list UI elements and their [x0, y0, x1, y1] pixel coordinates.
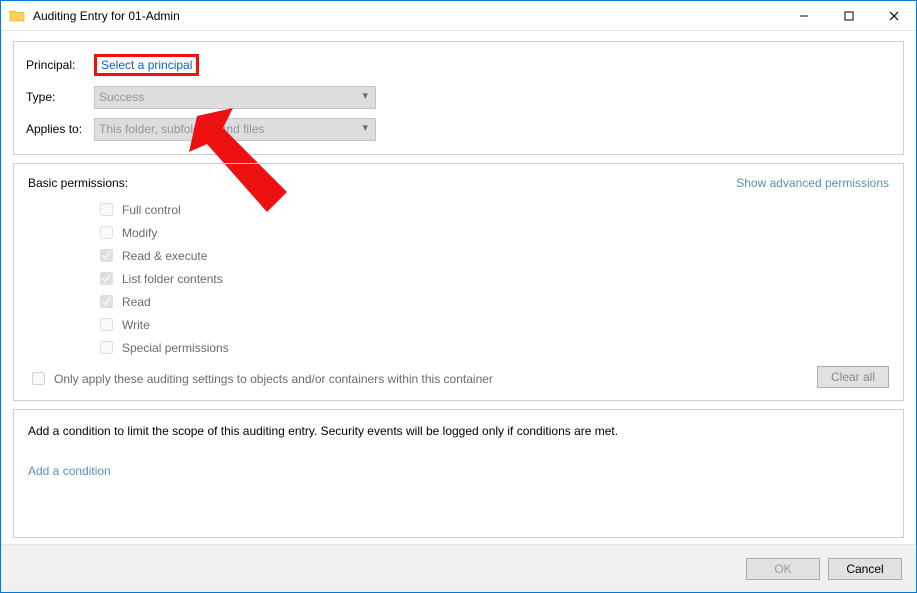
permission-label: Read & execute — [122, 249, 207, 263]
permission-checkbox[interactable] — [100, 249, 113, 262]
select-principal-link[interactable]: Select a principal — [101, 58, 192, 72]
only-apply-row[interactable]: Only apply these auditing settings to ob… — [28, 369, 889, 388]
dialog-footer: OK Cancel — [1, 544, 916, 592]
only-apply-checkbox[interactable] — [32, 372, 45, 385]
permissions-panel: Basic permissions: Show advanced permiss… — [13, 163, 904, 401]
permission-label: List folder contents — [122, 272, 223, 286]
permission-checkbox[interactable] — [100, 203, 113, 216]
cancel-button[interactable]: Cancel — [828, 558, 902, 580]
principal-label: Principal: — [26, 58, 94, 72]
permission-item[interactable]: Read — [96, 292, 889, 311]
permission-label: Special permissions — [122, 341, 229, 355]
clear-all-button[interactable]: Clear all — [817, 366, 889, 388]
type-select[interactable]: Success — [94, 86, 376, 109]
permission-item[interactable]: List folder contents — [96, 269, 889, 288]
only-apply-label: Only apply these auditing settings to ob… — [54, 372, 493, 386]
close-button[interactable] — [871, 1, 916, 31]
ok-button[interactable]: OK — [746, 558, 820, 580]
permission-label: Read — [122, 295, 151, 309]
permission-checkbox[interactable] — [100, 272, 113, 285]
permission-item[interactable]: Full control — [96, 200, 889, 219]
permission-label: Full control — [122, 203, 181, 217]
folder-icon — [9, 8, 25, 24]
content-area: Principal: Select a principal Type: Succ… — [1, 31, 916, 544]
permission-item[interactable]: Special permissions — [96, 338, 889, 357]
minimize-button[interactable] — [781, 1, 826, 31]
permission-checkbox[interactable] — [100, 318, 113, 331]
add-condition-link[interactable]: Add a condition — [28, 464, 889, 478]
titlebar: Auditing Entry for 01-Admin — [1, 1, 916, 31]
applies-label: Applies to: — [26, 122, 94, 136]
permission-checkbox[interactable] — [100, 295, 113, 308]
window: Auditing Entry for 01-Admin Principal: S… — [0, 0, 917, 593]
applies-select[interactable]: This folder, subfolders and files — [94, 118, 376, 141]
window-title: Auditing Entry for 01-Admin — [33, 9, 180, 23]
principal-panel: Principal: Select a principal Type: Succ… — [13, 41, 904, 155]
condition-description: Add a condition to limit the scope of th… — [28, 424, 889, 438]
condition-panel: Add a condition to limit the scope of th… — [13, 409, 904, 538]
permission-item[interactable]: Write — [96, 315, 889, 334]
permissions-list: Full control Modify Read & execute List fol… — [96, 200, 889, 357]
permission-checkbox[interactable] — [100, 341, 113, 354]
type-label: Type: — [26, 90, 94, 104]
maximize-button[interactable] — [826, 1, 871, 31]
permission-checkbox[interactable] — [100, 226, 113, 239]
permission-label: Write — [122, 318, 150, 332]
permission-item[interactable]: Modify — [96, 223, 889, 242]
show-advanced-link[interactable]: Show advanced permissions — [736, 176, 889, 190]
select-principal-highlight: Select a principal — [94, 54, 199, 76]
basic-permissions-label: Basic permissions: — [28, 176, 128, 190]
permission-item[interactable]: Read & execute — [96, 246, 889, 265]
permission-label: Modify — [122, 226, 157, 240]
